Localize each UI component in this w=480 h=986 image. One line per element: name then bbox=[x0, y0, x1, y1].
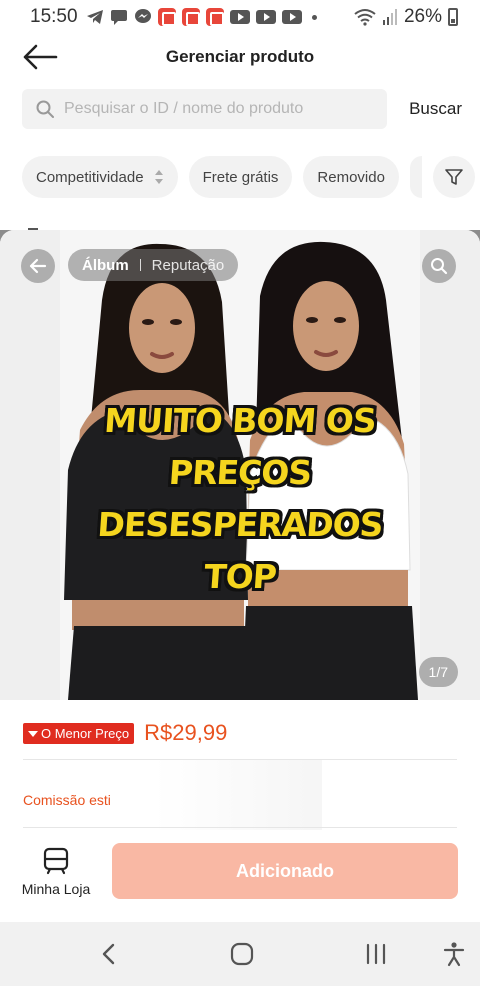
store-icon bbox=[43, 847, 69, 875]
image-caption: MUITO BOM OS PREÇOS DESESPERADOS TOP bbox=[60, 395, 420, 603]
filter-chip-removido[interactable]: Removido bbox=[303, 156, 399, 198]
caption-line: PREÇOS bbox=[167, 453, 313, 492]
tab-separator bbox=[139, 259, 141, 271]
filter-chips: Competitividade Frete grátis Removido bbox=[22, 156, 480, 198]
page-indicator: 1/7 bbox=[418, 657, 458, 687]
search-button[interactable]: Buscar bbox=[409, 99, 462, 119]
youtube-icon bbox=[229, 10, 250, 24]
my-store-label: Minha Loja bbox=[21, 881, 91, 897]
status-bar: 15:50 26% bbox=[0, 0, 480, 34]
filter-chip-label: Removido bbox=[317, 168, 385, 186]
sort-icon bbox=[154, 169, 164, 185]
tab-reputacao[interactable]: Reputação bbox=[152, 257, 225, 274]
album-tabs: Álbum Reputação bbox=[68, 249, 239, 281]
nav-home-button[interactable] bbox=[220, 922, 264, 986]
search-input[interactable] bbox=[64, 100, 374, 118]
search-box[interactable] bbox=[22, 89, 387, 129]
lowest-price-label: O Menor Preço bbox=[41, 725, 130, 741]
more-notifications-icon bbox=[311, 14, 317, 20]
zoom-button[interactable] bbox=[422, 249, 456, 283]
message-icon bbox=[110, 10, 127, 25]
caption-line: MUITO BOM OS bbox=[102, 401, 378, 440]
lowest-price-badge: O Menor Preço bbox=[23, 722, 135, 744]
signal-icon bbox=[382, 9, 397, 25]
nav-back-button[interactable] bbox=[88, 922, 128, 986]
system-nav-bar bbox=[0, 922, 480, 986]
tab-album[interactable]: Álbum bbox=[82, 257, 129, 274]
search-row: Buscar bbox=[22, 89, 462, 129]
magnify-icon bbox=[431, 258, 448, 275]
messenger-icon bbox=[134, 9, 151, 23]
filter-chip-competitividade[interactable]: Competitividade bbox=[22, 156, 178, 198]
nav-recents-button[interactable] bbox=[356, 922, 396, 986]
product-price: R$29,99 bbox=[144, 720, 228, 745]
accessibility-button[interactable] bbox=[434, 922, 474, 986]
back-button[interactable] bbox=[20, 40, 60, 74]
nav-back-icon bbox=[102, 943, 115, 965]
added-button[interactable]: Adicionado bbox=[112, 843, 458, 899]
back-arrow-icon bbox=[23, 44, 58, 70]
product-media: Álbum Reputação MUITO BOM OS PREÇOS DESE… bbox=[0, 230, 480, 700]
caption-line: TOP bbox=[202, 557, 278, 596]
battery-icon bbox=[448, 8, 458, 26]
loading-placeholder bbox=[112, 760, 322, 830]
filter-button[interactable] bbox=[432, 156, 475, 198]
telegram-icon bbox=[86, 10, 103, 24]
shop-app-icon bbox=[181, 8, 200, 26]
down-arrow-icon bbox=[28, 731, 38, 737]
battery-percent: 26% bbox=[403, 6, 442, 27]
filter-chip-frete-gratis[interactable]: Frete grátis bbox=[188, 156, 293, 198]
arrow-left-icon bbox=[29, 258, 47, 274]
filter-chip-label: Competitividade bbox=[36, 168, 144, 186]
filter-chip-more[interactable] bbox=[409, 156, 422, 198]
previous-button[interactable] bbox=[21, 249, 55, 283]
nav-recents-icon bbox=[366, 943, 386, 965]
system-status: 26% bbox=[354, 6, 458, 28]
divider bbox=[23, 827, 457, 828]
caption-line: DESESPERADOS bbox=[96, 505, 384, 544]
status-time: 15:50 bbox=[30, 6, 78, 27]
page-title: Gerenciar produto bbox=[165, 47, 315, 66]
header: Gerenciar produto bbox=[0, 34, 480, 80]
shop-app-icon bbox=[205, 8, 224, 26]
product-modal: Álbum Reputação MUITO BOM OS PREÇOS DESE… bbox=[0, 230, 480, 922]
bottom-actions: Minha Loja Adicionado bbox=[0, 833, 480, 922]
notification-icons bbox=[86, 8, 317, 26]
filter-chip-label: Frete grátis bbox=[202, 168, 279, 186]
wifi-icon bbox=[354, 9, 376, 26]
nav-home-icon bbox=[230, 942, 254, 966]
shop-app-icon bbox=[157, 8, 176, 26]
search-icon bbox=[36, 100, 54, 118]
accessibility-icon bbox=[443, 942, 465, 967]
youtube-icon bbox=[281, 10, 302, 24]
youtube-icon bbox=[255, 10, 276, 24]
filter-icon bbox=[445, 169, 463, 185]
price-row: O Menor Preço R$29,99 bbox=[23, 720, 227, 746]
my-store-button[interactable]: Minha Loja bbox=[18, 847, 94, 903]
